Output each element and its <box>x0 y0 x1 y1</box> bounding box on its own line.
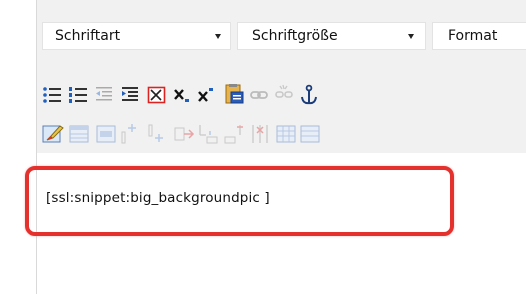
column-delete-icon[interactable] <box>249 123 271 145</box>
table-icon[interactable] <box>69 125 89 143</box>
link-icon[interactable] <box>249 85 269 105</box>
subscript-icon[interactable] <box>173 85 193 105</box>
column-after-icon[interactable] <box>223 123 245 145</box>
font-family-dropdown[interactable]: Schriftart <box>42 22 231 50</box>
ordered-list-icon[interactable] <box>68 85 88 105</box>
unlink-icon[interactable] <box>274 83 294 105</box>
format-label: Format <box>448 28 498 44</box>
format-dropdown[interactable]: Format <box>432 22 526 50</box>
font-family-label: Schriftart <box>55 28 121 44</box>
paste-from-word-icon[interactable] <box>223 83 245 105</box>
font-size-label: Schriftgröße <box>252 28 338 44</box>
chevron-down-icon <box>215 34 221 39</box>
insert-template-icon[interactable] <box>147 85 167 105</box>
column-before-icon[interactable] <box>197 123 219 145</box>
row-below-icon[interactable] <box>147 123 169 145</box>
unordered-list-icon[interactable] <box>42 85 62 105</box>
font-size-dropdown[interactable]: Schriftgröße <box>237 22 426 50</box>
edit-code-icon[interactable] <box>42 124 64 144</box>
row-above-icon[interactable] <box>120 123 142 145</box>
split-cells-icon[interactable] <box>300 125 320 143</box>
chevron-down-icon <box>408 34 414 39</box>
highlight-annotation <box>25 166 454 236</box>
table-properties-icon[interactable] <box>96 125 116 143</box>
row-delete-icon[interactable] <box>173 124 195 144</box>
superscript-icon[interactable] <box>197 85 217 105</box>
anchor-icon[interactable] <box>299 84 319 106</box>
merge-cells-icon[interactable] <box>276 125 296 143</box>
outdent-icon[interactable] <box>94 85 114 105</box>
indent-icon[interactable] <box>120 85 140 105</box>
